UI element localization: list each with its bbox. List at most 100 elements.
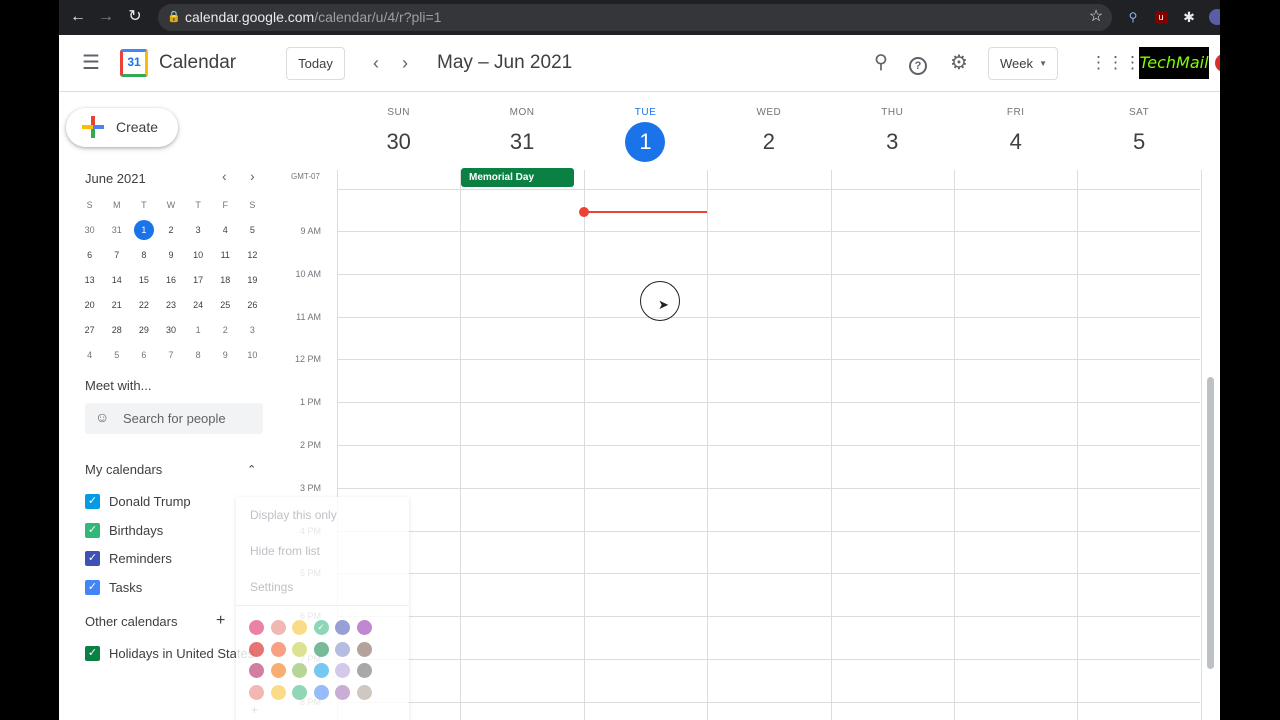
color-swatch[interactable] — [313, 663, 329, 679]
color-swatch[interactable] — [356, 641, 372, 657]
color-swatch[interactable] — [292, 620, 307, 636]
view-switcher-button[interactable]: Week ▼ — [988, 47, 1058, 80]
account-avatar[interactable] — [1215, 54, 1220, 72]
color-swatch[interactable] — [335, 641, 350, 657]
reload-icon[interactable]: ↻ — [124, 6, 146, 28]
mini-day[interactable]: 22 — [130, 300, 157, 310]
mini-day[interactable]: 10 — [185, 250, 212, 260]
search-icon[interactable]: ⚲ — [867, 49, 895, 77]
add-calendar-icon[interactable]: + — [216, 612, 225, 630]
settings-gear-icon[interactable]: ⚙ — [945, 49, 973, 77]
day-number[interactable]: 31 — [502, 122, 542, 162]
add-custom-color-icon[interactable]: + — [251, 703, 258, 717]
main-menu-icon[interactable]: ☰ — [77, 49, 105, 77]
mini-day[interactable]: 4 — [76, 350, 103, 360]
mini-day[interactable]: 20 — [76, 300, 103, 310]
app-name[interactable]: Calendar — [159, 52, 236, 74]
other-calendars-title[interactable]: Other calendars — [85, 614, 178, 629]
previous-week-icon[interactable]: ‹ — [362, 49, 390, 77]
mini-day[interactable]: 3 — [239, 325, 266, 335]
day-header-wed[interactable]: WED 2 — [707, 92, 830, 162]
color-swatch[interactable] — [270, 620, 286, 636]
mini-day[interactable]: 6 — [130, 350, 157, 360]
calendar-logo-icon[interactable]: 31 — [120, 49, 148, 77]
day-number[interactable]: 30 — [379, 122, 419, 162]
extensions-puzzle-icon[interactable]: ✱ — [1178, 6, 1200, 28]
mini-day[interactable]: 2 — [212, 325, 239, 335]
day-number[interactable]: 5 — [1119, 122, 1159, 162]
all-day-event[interactable]: Memorial Day — [461, 168, 574, 187]
help-icon[interactable]: ? — [904, 49, 932, 77]
color-swatch[interactable] — [270, 663, 286, 679]
checkbox-checked-icon[interactable]: ✓ — [85, 579, 100, 595]
menu-settings[interactable]: Settings — [250, 580, 293, 594]
color-swatch[interactable] — [292, 663, 307, 679]
mini-day[interactable]: 30 — [76, 225, 103, 235]
mini-day[interactable]: 7 — [157, 350, 184, 360]
color-swatch[interactable] — [335, 684, 350, 700]
day-header-fri[interactable]: FRI 4 — [954, 92, 1077, 162]
mini-next-month-icon[interactable]: › — [250, 168, 255, 184]
people-search-input[interactable]: ☺ Search for people — [85, 403, 263, 434]
checkbox-checked-icon[interactable]: ✓ — [85, 494, 100, 509]
mini-day[interactable]: 1 — [130, 219, 157, 240]
color-swatch[interactable] — [249, 684, 264, 700]
ublock-icon[interactable]: u — [1150, 6, 1172, 28]
mini-day[interactable]: 13 — [76, 275, 103, 285]
mini-day[interactable]: 2 — [157, 225, 184, 235]
mini-day[interactable]: 17 — [185, 275, 212, 285]
mini-day[interactable]: 8 — [185, 350, 212, 360]
color-swatch[interactable] — [292, 684, 307, 700]
mini-day[interactable]: 3 — [185, 225, 212, 235]
day-header-sat[interactable]: SAT 5 — [1077, 92, 1200, 162]
mini-day[interactable]: 18 — [212, 275, 239, 285]
today-button[interactable]: Today — [286, 47, 345, 80]
mini-day[interactable]: 26 — [239, 300, 266, 310]
back-icon[interactable]: ← — [67, 6, 89, 28]
color-swatch[interactable] — [313, 641, 329, 657]
mini-day[interactable]: 19 — [239, 275, 266, 285]
color-swatch[interactable] — [270, 684, 286, 700]
color-swatch[interactable] — [249, 620, 264, 636]
mini-day[interactable]: 15 — [130, 275, 157, 285]
mini-day[interactable]: 5 — [103, 350, 130, 360]
extension-search-icon[interactable]: ⚲ — [1122, 6, 1144, 28]
color-swatch[interactable] — [335, 620, 350, 636]
create-button[interactable]: Create — [66, 108, 178, 147]
mini-day[interactable]: 10 — [239, 350, 266, 360]
mini-day[interactable]: 21 — [103, 300, 130, 310]
mini-day[interactable]: 23 — [157, 300, 184, 310]
day-header-sun[interactable]: SUN 30 — [337, 92, 460, 162]
day-number[interactable]: 2 — [749, 122, 789, 162]
mini-day[interactable]: 5 — [239, 225, 266, 235]
day-number[interactable]: 1 — [625, 122, 666, 162]
menu-hide-from-list[interactable]: Hide from list — [250, 544, 320, 558]
apps-grid-icon[interactable]: ⋮⋮⋮ — [1090, 49, 1141, 77]
day-header-tue[interactable]: TUE 1 — [584, 92, 707, 162]
mini-day[interactable]: 30 — [157, 325, 184, 335]
mini-day[interactable]: 14 — [103, 275, 130, 285]
color-swatch-selected[interactable]: ✓ — [313, 620, 329, 636]
day-header-mon[interactable]: MON 31 — [460, 92, 583, 162]
forward-icon[interactable]: → — [95, 6, 117, 28]
color-swatch[interactable] — [313, 684, 329, 700]
mini-day[interactable]: 25 — [212, 300, 239, 310]
mini-day[interactable]: 31 — [103, 225, 130, 235]
mini-day[interactable]: 8 — [130, 250, 157, 260]
checkbox-checked-icon[interactable]: ✓ — [85, 522, 100, 538]
lock-icon[interactable]: 🔒 — [163, 6, 185, 28]
mini-day[interactable]: 4 — [212, 225, 239, 235]
mini-day[interactable]: 1 — [185, 325, 212, 335]
menu-display-only[interactable]: Display this only — [250, 508, 337, 522]
day-number[interactable]: 4 — [996, 122, 1036, 162]
color-swatch[interactable] — [249, 663, 264, 679]
mini-day[interactable]: 28 — [103, 325, 130, 335]
checkbox-checked-icon[interactable]: ✓ — [85, 551, 100, 566]
mini-day[interactable]: 9 — [157, 250, 184, 260]
bookmark-star-icon[interactable]: ☆ — [1085, 6, 1107, 28]
color-swatch[interactable] — [292, 641, 307, 657]
url-text[interactable]: calendar.google.com/calendar/u/4/r?pli=1 — [185, 9, 441, 25]
mini-day[interactable]: 9 — [212, 350, 239, 360]
mini-day[interactable]: 16 — [157, 275, 184, 285]
color-swatch[interactable] — [356, 620, 372, 636]
